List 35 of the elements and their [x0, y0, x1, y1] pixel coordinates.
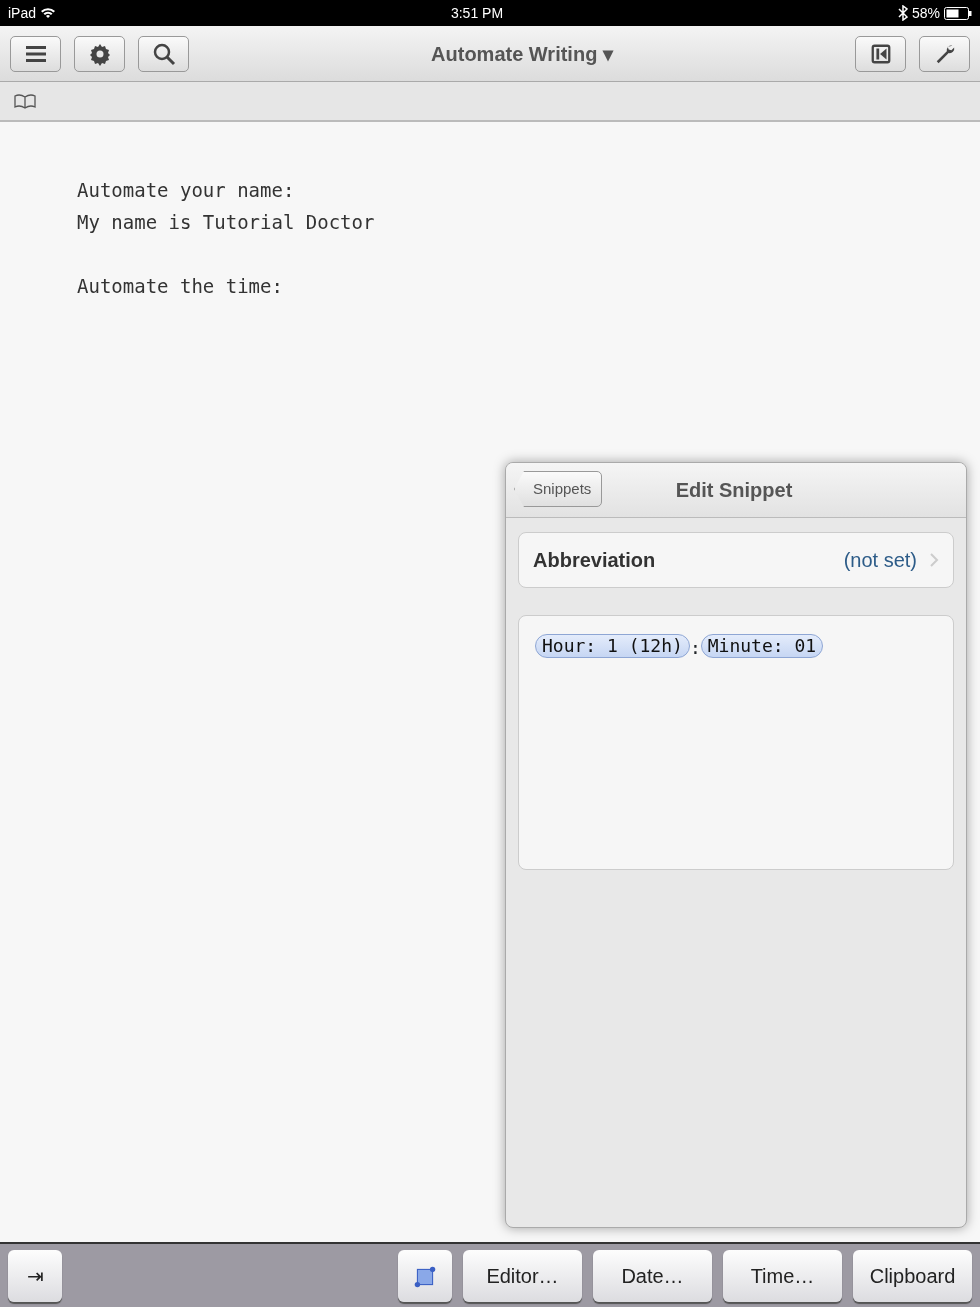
snippet-editor[interactable]: Hour: 1 (12h) : Minute: 01 [518, 615, 954, 870]
battery-icon [944, 6, 972, 20]
wifi-icon [40, 7, 57, 19]
sidebar-toggle-button[interactable] [855, 35, 906, 72]
search-icon [151, 41, 176, 66]
carrier-name: iPad [8, 3, 37, 23]
book-icon[interactable] [14, 93, 36, 109]
caret-icon[interactable]: ▾ [602, 42, 613, 65]
back-button[interactable]: Snippets [514, 471, 603, 507]
abbreviation-row[interactable]: Abbreviation (not set) [518, 532, 954, 588]
tab-key[interactable]: ⇥ [8, 1249, 62, 1302]
sidebar-toggle-icon [869, 42, 892, 65]
wrench-button[interactable] [919, 35, 970, 72]
abbreviation-value: (not set) [843, 548, 917, 573]
toolbar-key[interactable]: Date… [593, 1249, 712, 1302]
menu-button[interactable] [10, 35, 61, 72]
bluetooth-icon [897, 5, 908, 21]
status-time: 3:51 PM [450, 3, 504, 23]
editor-line: My name is Tutorial Doctor [77, 210, 376, 235]
selection-button[interactable] [398, 1249, 452, 1302]
toolbar-key[interactable]: Clipboard [853, 1249, 972, 1302]
settings-button[interactable] [74, 35, 125, 72]
popover-title: Edit Snippet [675, 478, 793, 503]
search-button[interactable] [138, 35, 189, 72]
placeholder-token[interactable]: Hour: 1 (12h) [535, 634, 690, 658]
placeholder-token[interactable]: Minute: 01 [700, 634, 824, 658]
snippet-text: : [689, 636, 701, 660]
document-title[interactable]: Automate Writing [431, 42, 603, 65]
battery-percent: 58% [911, 3, 940, 23]
editor-line: Automate your name: [77, 178, 296, 203]
editor-line: Automate the time: [77, 274, 284, 299]
toolbar-key[interactable]: Editor… [463, 1249, 582, 1302]
toolbar-key[interactable]: Time… [723, 1249, 842, 1302]
abbreviation-label: Abbreviation [533, 548, 657, 573]
chevron-icon [929, 552, 939, 568]
